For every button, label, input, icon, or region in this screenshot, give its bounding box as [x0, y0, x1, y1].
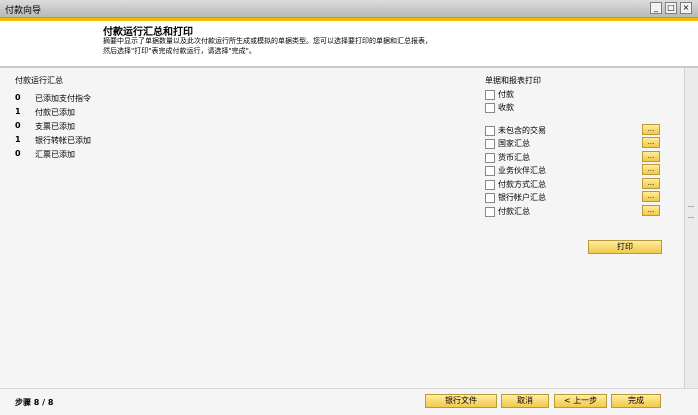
checkbox[interactable] [485, 126, 495, 136]
checkbox-label: 业务伙伴汇总 [498, 166, 546, 175]
summary-count: 0 [15, 93, 21, 102]
report-options-button[interactable]: ... [642, 191, 660, 202]
checkbox-label: 国家汇总 [498, 139, 530, 148]
summary-count: 0 [15, 121, 21, 130]
checkbox[interactable] [485, 207, 495, 217]
summary-label: 支票已添加 [35, 122, 75, 131]
summary-label: 汇票已添加 [35, 150, 75, 159]
print-button[interactable]: 打印 [588, 240, 662, 254]
summary-count: 0 [15, 149, 21, 158]
window-title: 付款向导 [5, 6, 42, 16]
checkbox[interactable] [485, 153, 495, 163]
checkbox-label: 货币汇总 [498, 153, 530, 162]
close-button[interactable]: × [680, 2, 692, 14]
bank-file-button[interactable]: 银行文件 [425, 394, 497, 408]
checkbox-label: 银行帐户汇总 [498, 193, 546, 202]
summary-count: 1 [15, 107, 21, 116]
minimize-button[interactable]: _ [650, 2, 662, 14]
checkbox-label: 未包含的交易 [498, 126, 546, 135]
summary-count: 1 [15, 135, 21, 144]
summary-heading: 付款运行汇总 [15, 76, 63, 85]
checkbox[interactable] [485, 166, 495, 176]
maximize-button[interactable]: □ [665, 2, 677, 14]
report-options-button[interactable]: ... [642, 151, 660, 162]
summary-label: 付款已添加 [35, 108, 75, 117]
vertical-scrollbar[interactable] [684, 68, 698, 388]
summary-label: 银行转帐已添加 [35, 136, 91, 145]
checkbox-label: 付款 [498, 90, 514, 99]
window-titlebar: 付款向导 _ □ × [0, 0, 698, 18]
step-indicator: 步骤 8 / 8 [15, 398, 54, 407]
scroll-grip-icon[interactable] [688, 206, 694, 218]
wizard-header: 付款运行汇总和打印 摘要中显示了单据数量以及此次付款运行所生成或模拟的单据类型。… [0, 21, 698, 67]
checkbox[interactable] [485, 180, 495, 190]
report-options-button[interactable]: ... [642, 137, 660, 148]
checkbox[interactable] [485, 139, 495, 149]
report-options-button[interactable]: ... [642, 164, 660, 175]
checkbox-label: 付款方式汇总 [498, 180, 546, 189]
finish-button[interactable]: 完成 [611, 394, 661, 408]
back-button[interactable]: < 上一步 [554, 394, 607, 408]
cancel-button[interactable]: 取消 [501, 394, 549, 408]
wizard-footer: 步骤 8 / 8 银行文件 取消 < 上一步 完成 [0, 388, 698, 415]
report-options-button[interactable]: ... [642, 205, 660, 216]
summary-label: 已添加支付指令 [35, 94, 91, 103]
page-description: 摘要中显示了单据数量以及此次付款运行所生成或模拟的单据类型。您可以选择要打印的单… [103, 37, 432, 55]
checkbox[interactable] [485, 103, 495, 113]
checkbox-label: 收款 [498, 103, 514, 112]
report-options-button[interactable]: ... [642, 124, 660, 135]
checkbox[interactable] [485, 193, 495, 203]
checkbox[interactable] [485, 90, 495, 100]
report-options-button[interactable]: ... [642, 178, 660, 189]
print-heading: 单据和报表打印 [485, 76, 541, 85]
checkbox-label: 付款汇总 [498, 207, 530, 216]
wizard-content: 付款运行汇总 0 已添加支付指令 1 付款已添加 0 支票已添加 1 银行转帐已… [0, 68, 684, 388]
